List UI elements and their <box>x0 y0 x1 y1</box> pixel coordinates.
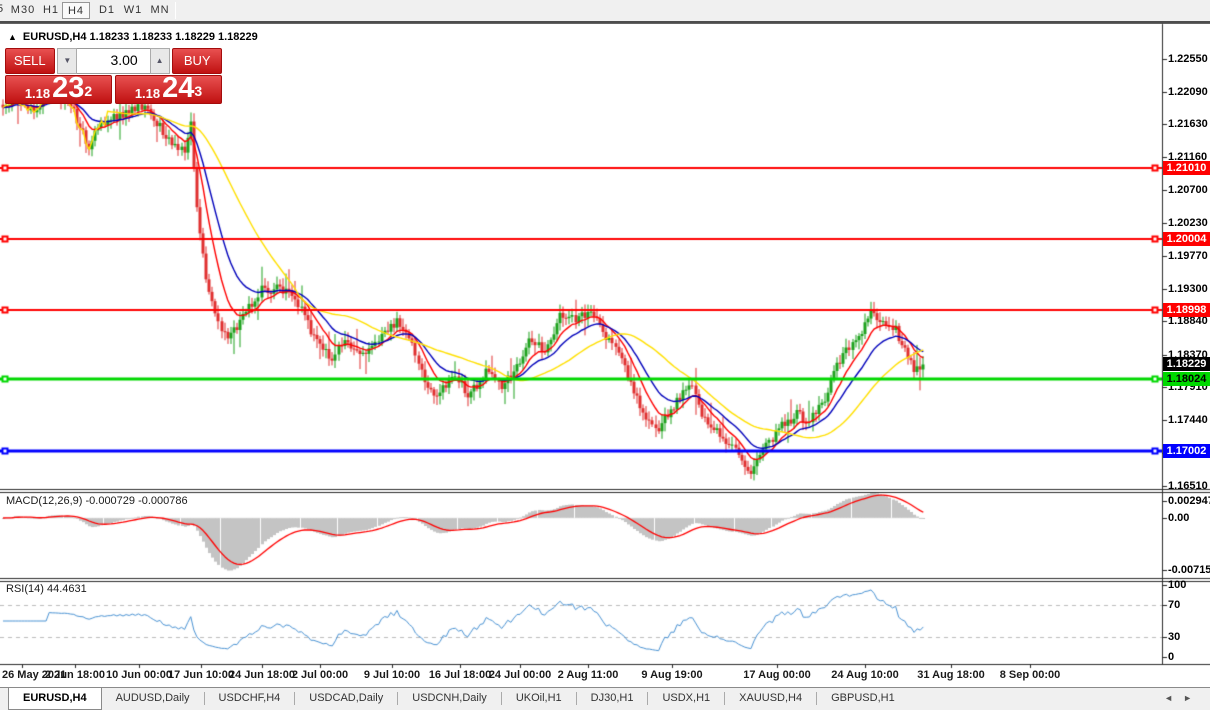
rsi-label: RSI(14) 44.4631 <box>6 583 87 595</box>
rsi-axis-label: 70 <box>1168 599 1180 611</box>
hline-price-tag: 1.18998 <box>1163 303 1210 317</box>
buy-price-big: 24 <box>162 76 194 101</box>
chart-tab-gbpusd-h1[interactable]: GBPUSD,H1 <box>817 688 909 709</box>
date-axis-label: 31 Aug 18:00 <box>917 669 984 681</box>
buy-button[interactable]: BUY <box>172 48 222 74</box>
sell-price-big: 23 <box>52 76 84 101</box>
rsi-axis-label: 30 <box>1168 631 1180 643</box>
chart-tab-eurusd-h4[interactable]: EURUSD,H4 <box>8 688 102 710</box>
buy-price-small: 1.18 <box>135 86 160 101</box>
buy-price-pip: 3 <box>194 76 202 106</box>
sell-button[interactable]: SELL <box>5 48 55 74</box>
price-axis-tick-label: 1.22550 <box>1168 53 1208 65</box>
date-axis-label: 24 Jun 18:00 <box>229 669 295 681</box>
macd-axis-label: 0.00 <box>1168 512 1189 524</box>
buy-price-box[interactable]: 1.18 24 3 <box>115 75 222 104</box>
price-axis-tick-label: 1.19300 <box>1168 283 1208 295</box>
date-axis-label: 10 Jun 00:00 <box>106 669 172 681</box>
chart-symbol-header: ▲ EURUSD,H4 1.18233 1.18233 1.18229 1.182… <box>8 31 258 43</box>
price-axis-tick-label: 1.21630 <box>1168 118 1208 130</box>
collapse-panel-icon[interactable]: ▲ <box>8 32 17 42</box>
chart-tab-usdcnh-daily[interactable]: USDCNH,Daily <box>398 688 501 709</box>
date-axis-label: 17 Jun 10:00 <box>168 669 234 681</box>
ohlc-text: EURUSD,H4 1.18233 1.18233 1.18229 1.1822… <box>23 31 258 43</box>
chart-tab-xauusd-h4[interactable]: XAUUSD,H4 <box>725 688 816 709</box>
rsi-axis-label: 0 <box>1168 651 1174 663</box>
macd-axis-label: 0.002947 <box>1168 495 1210 507</box>
price-axis-tick-label: 1.17440 <box>1168 414 1208 426</box>
date-axis-label: 24 Aug 10:00 <box>831 669 898 681</box>
sell-price-pip: 2 <box>84 76 92 106</box>
mt4-window: 5 M30H1H4D1W1MN ▲EURUSD,H4 1.18233 1.182… <box>0 0 1210 710</box>
volume-increase-button[interactable]: ▲ <box>150 48 170 74</box>
volume-decrease-button[interactable]: ▼ <box>57 48 77 74</box>
sell-price-box[interactable]: 1.18 23 2 <box>5 75 112 104</box>
hline-price-tag: 1.20004 <box>1163 232 1210 246</box>
tab-scroll-left-icon[interactable]: ◄ <box>1164 693 1183 703</box>
date-axis-label: 17 Aug 00:00 <box>743 669 810 681</box>
hline-price-tag: 1.21010 <box>1163 161 1210 175</box>
macd-label: MACD(12,26,9) -0.000729 -0.000786 <box>6 495 188 507</box>
one-click-trading-panel: SELL ▼ 3.00 ▲ BUY 1.18 23 2 1.18 24 3 <box>5 48 222 104</box>
date-axis-label: 2 Jun 18:00 <box>45 669 105 681</box>
hline-price-tag: 1.17002 <box>1163 444 1210 458</box>
chart-tab-usdchf-h4[interactable]: USDCHF,H4 <box>205 688 295 709</box>
tab-scroll-arrows[interactable]: ◄► <box>1164 693 1202 703</box>
chart-tab-audusd-daily[interactable]: AUDUSD,Daily <box>102 688 204 709</box>
macd-axis-label: -0.007151 <box>1168 564 1210 576</box>
chart-tab-usdcad-daily[interactable]: USDCAD,Daily <box>295 688 397 709</box>
date-axis-label: 2 Jul 00:00 <box>292 669 348 681</box>
date-axis-label: 9 Aug 19:00 <box>641 669 702 681</box>
date-axis-label: 24 Jul 00:00 <box>489 669 551 681</box>
date-axis-label: 16 Jul 18:00 <box>429 669 491 681</box>
chart-tab-dj30-h1[interactable]: DJ30,H1 <box>577 688 648 709</box>
volume-input[interactable]: 3.00 <box>77 48 149 74</box>
date-axis-label: 8 Sep 00:00 <box>1000 669 1061 681</box>
chart-tab-bar: EURUSD,H4AUDUSD,DailyUSDCHF,H4USDCAD,Dai… <box>0 687 1210 710</box>
price-axis-tick-label: 1.19770 <box>1168 250 1208 262</box>
date-axis-label: 2 Aug 11:00 <box>558 669 619 681</box>
price-axis-tick-label: 1.22090 <box>1168 86 1208 98</box>
price-axis-tick-label: 1.20700 <box>1168 184 1208 196</box>
tab-scroll-right-icon[interactable]: ► <box>1183 693 1202 703</box>
date-axis-label: 9 Jul 10:00 <box>364 669 420 681</box>
sell-price-small: 1.18 <box>25 86 50 101</box>
hline-price-tag: 1.18024 <box>1163 372 1210 386</box>
price-axis-tick-label: 1.16510 <box>1168 480 1208 492</box>
rsi-axis-label: 100 <box>1168 579 1186 591</box>
price-axis-tick-label: 1.20230 <box>1168 217 1208 229</box>
current-price-tag: 1.18229 <box>1163 357 1210 371</box>
chart-tab-ukoil-h1[interactable]: UKOil,H1 <box>502 688 576 709</box>
chart-tab-usdx-h1[interactable]: USDX,H1 <box>648 688 724 709</box>
